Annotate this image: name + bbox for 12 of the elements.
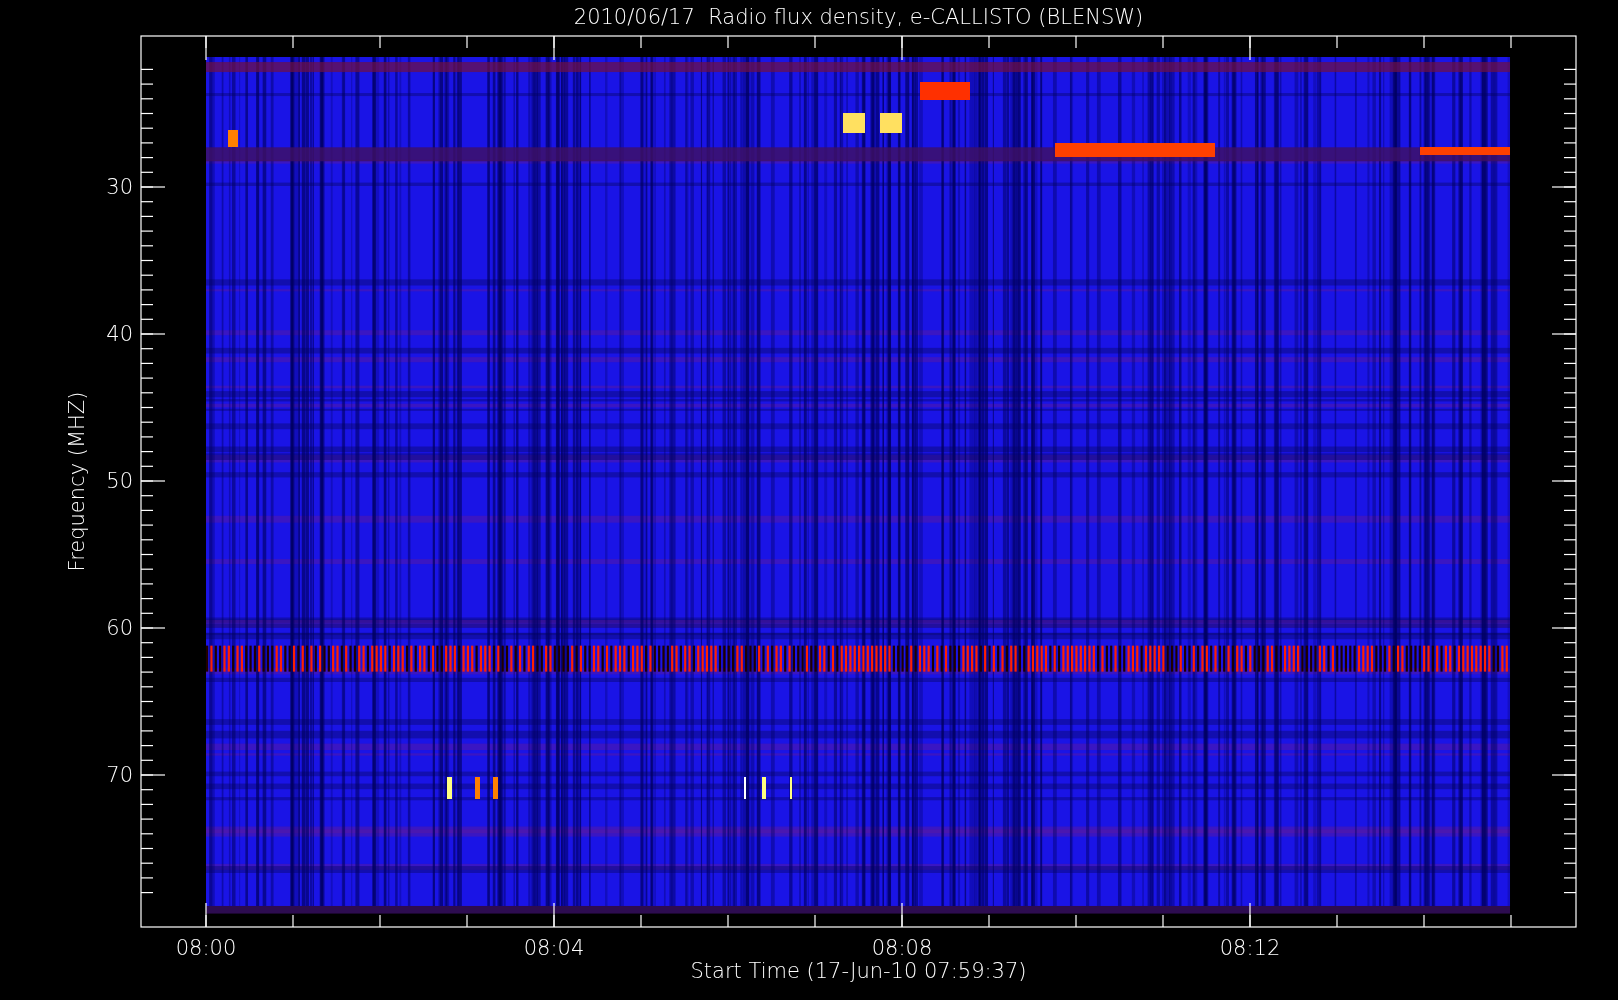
x-tick-label: 08:04 (523, 936, 585, 960)
y-tick-label: 40 (106, 322, 133, 346)
x-tick-label: 08:08 (871, 936, 933, 960)
y-tick-label: 50 (106, 469, 133, 493)
x-tick-label: 08:12 (1219, 936, 1281, 960)
y-axis-label: Frequency (MHZ) (65, 391, 89, 572)
x-axis-label: Start Time (17-Jun-10 07:59:37) (690, 959, 1027, 983)
y-tick-label: 60 (106, 616, 133, 640)
x-tick-label: 08:00 (175, 936, 237, 960)
y-tick-label: 70 (106, 763, 133, 787)
y-tick-label: 30 (106, 175, 133, 199)
plot-title: 2010/06/17 Radio flux density, e-CALLISTO (BLENSW) (573, 5, 1144, 29)
